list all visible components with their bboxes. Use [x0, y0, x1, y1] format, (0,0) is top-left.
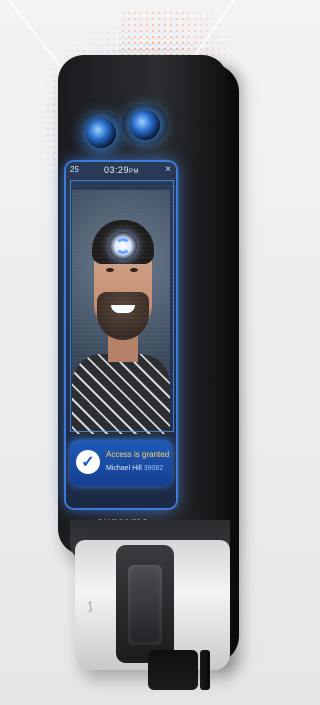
- clock-suffix: PM: [129, 169, 140, 175]
- toast-title: Access is granted: [106, 450, 170, 459]
- rfid-icon: ⟆: [88, 601, 93, 613]
- mount-pin: [200, 650, 210, 690]
- status-left-indicator: 25: [70, 165, 79, 174]
- check-icon: ✓: [76, 450, 100, 474]
- toast-user-id: 39082: [143, 465, 164, 472]
- close-icon[interactable]: ×: [165, 164, 171, 175]
- sync-icon: [109, 232, 137, 260]
- access-toast: ✓ Access is granted Michael Hill 39082: [70, 440, 172, 486]
- base-stand: [148, 650, 198, 690]
- fingerprint-icon[interactable]: [128, 565, 162, 645]
- status-bar: 25 03:29PM ×: [66, 162, 176, 180]
- camera-icon: [130, 110, 160, 140]
- sync-arc: [115, 238, 131, 254]
- toast-user: Michael Hill 39082: [106, 465, 163, 472]
- device-screen[interactable]: 25 03:29PM × ✓ Access is granted Michael…: [66, 162, 176, 508]
- toast-user-name: Michael Hill: [106, 465, 142, 472]
- camera-icon: [86, 118, 116, 148]
- face-scan-frame: [70, 180, 174, 432]
- clock: 03:29PM: [104, 165, 139, 175]
- clock-time: 03:29: [104, 165, 130, 175]
